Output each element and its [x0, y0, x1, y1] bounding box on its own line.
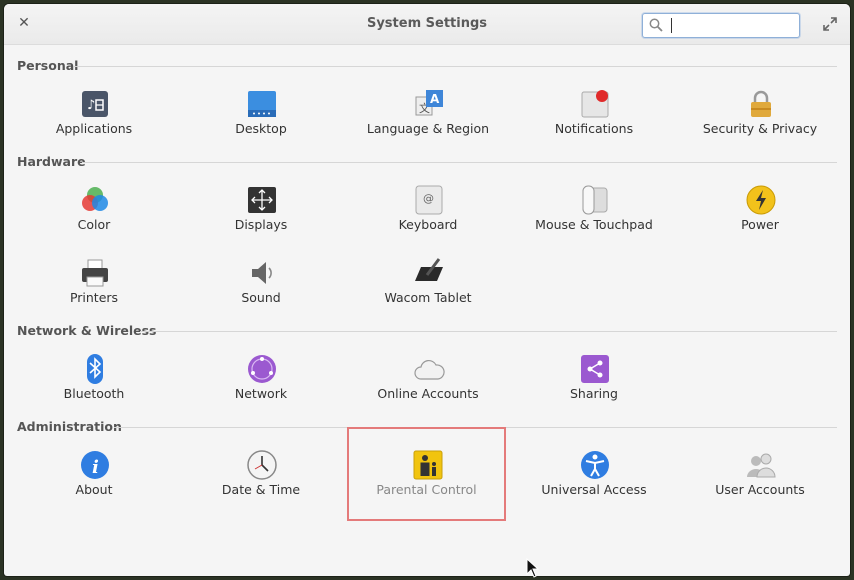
item-displays[interactable]: Displays — [186, 184, 336, 254]
titlebar: ✕ System Settings — [4, 4, 850, 45]
displays-icon — [248, 187, 276, 213]
item-label: Displays — [234, 217, 288, 232]
search-field[interactable] — [642, 13, 800, 38]
notifications-icon — [581, 90, 609, 118]
cloud-icon — [414, 359, 445, 380]
item-label: Security & Privacy — [702, 121, 818, 136]
accessibility-icon — [581, 451, 609, 479]
section-administration: Administration — [17, 419, 122, 434]
item-online-accounts[interactable]: Online Accounts — [353, 353, 503, 423]
search-icon — [649, 18, 663, 32]
item-label: Printers — [69, 290, 119, 305]
svg-text:♪: ♪ — [87, 98, 95, 113]
item-label: Language & Region — [366, 121, 490, 136]
svg-text:A: A — [430, 92, 440, 106]
svg-text:@: @ — [423, 192, 434, 205]
item-label: Wacom Tablet — [384, 290, 472, 305]
item-label: Date & Time — [221, 482, 301, 497]
item-label: Desktop — [235, 121, 287, 136]
item-printers[interactable]: Printers — [19, 257, 169, 327]
item-parental-control[interactable]: Parental Control — [347, 427, 506, 521]
item-label: About — [75, 482, 113, 497]
item-about[interactable]: i About — [19, 449, 169, 519]
lock-icon — [751, 90, 771, 117]
item-universal-access[interactable]: Universal Access — [519, 449, 669, 519]
mouse-icon — [582, 185, 608, 215]
item-wacom-tablet[interactable]: Wacom Tablet — [353, 257, 503, 327]
item-label: User Accounts — [715, 482, 805, 497]
printer-icon — [82, 259, 108, 287]
search-input[interactable] — [669, 16, 793, 34]
item-color[interactable]: Color — [19, 184, 169, 254]
tablet-icon — [415, 258, 443, 281]
item-label: Applications — [55, 121, 133, 136]
maximize-icon[interactable] — [822, 16, 838, 32]
item-sound[interactable]: Sound — [186, 257, 336, 327]
bluetooth-icon — [87, 354, 103, 384]
settings-window: ✕ System Settings Personal ♪ Application… — [4, 4, 850, 576]
section-hardware: Hardware — [17, 154, 86, 169]
section-divider — [82, 162, 837, 163]
keyboard-icon: @ — [415, 185, 443, 215]
item-sharing[interactable]: Sharing — [519, 353, 669, 423]
item-user-accounts[interactable]: User Accounts — [685, 449, 835, 519]
power-icon — [746, 185, 776, 215]
item-applications[interactable]: ♪ Applications — [19, 88, 169, 158]
language-icon: 文 A — [415, 90, 443, 116]
section-divider — [140, 331, 837, 332]
info-icon: i — [81, 451, 109, 479]
item-label: Mouse & Touchpad — [535, 217, 653, 232]
item-network[interactable]: Network — [186, 353, 336, 423]
desktop-icon — [248, 91, 276, 117]
item-label: Notifications — [554, 121, 634, 136]
applications-icon: ♪ — [82, 91, 108, 117]
item-label: Parental Control — [376, 482, 477, 497]
item-power[interactable]: Power — [685, 184, 835, 254]
item-label: Online Accounts — [377, 386, 479, 401]
item-desktop[interactable]: Desktop — [186, 88, 336, 158]
section-personal: Personal — [17, 58, 79, 73]
mouse-cursor-icon — [526, 558, 540, 578]
item-bluetooth[interactable]: Bluetooth — [19, 353, 169, 423]
section-divider — [74, 66, 837, 67]
users-icon — [747, 453, 776, 478]
section-network-wireless: Network & Wireless — [17, 323, 157, 338]
parental-control-icon — [413, 450, 443, 480]
network-icon — [248, 355, 276, 383]
item-mouse-touchpad[interactable]: Mouse & Touchpad — [519, 184, 669, 254]
color-icon — [82, 187, 108, 211]
sharing-icon — [581, 355, 609, 383]
item-label: Power — [741, 217, 779, 232]
item-date-time[interactable]: Date & Time — [186, 449, 336, 519]
item-security-privacy[interactable]: Security & Privacy — [685, 88, 835, 158]
item-label: Sound — [241, 290, 281, 305]
item-keyboard[interactable]: @ Keyboard — [353, 184, 503, 254]
svg-text:i: i — [92, 457, 99, 478]
clock-icon — [247, 450, 277, 480]
speaker-icon — [252, 262, 272, 284]
item-label: Sharing — [570, 386, 618, 401]
item-label: Keyboard — [398, 217, 458, 232]
item-label: Bluetooth — [63, 386, 125, 401]
item-label: Universal Access — [541, 482, 647, 497]
item-notifications[interactable]: Notifications — [519, 88, 669, 158]
item-label: Color — [77, 217, 111, 232]
item-language-region[interactable]: 文 A Language & Region — [353, 88, 503, 158]
item-label: Network — [234, 386, 288, 401]
